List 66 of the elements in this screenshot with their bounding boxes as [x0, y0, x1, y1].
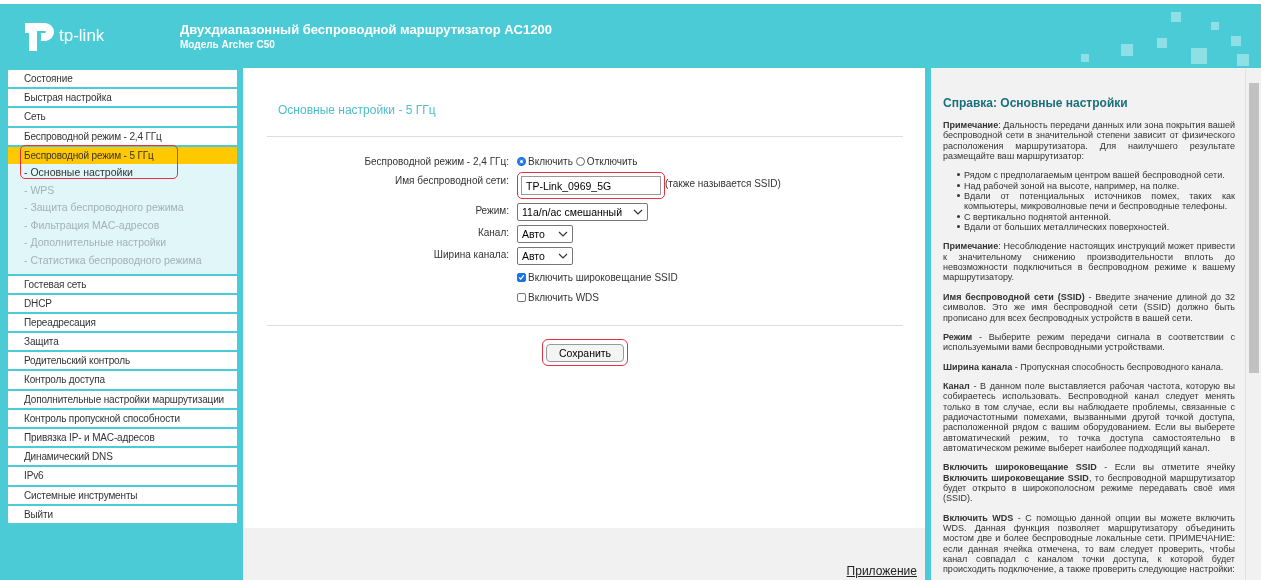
menu-item[interactable]: Состояние [8, 70, 237, 88]
field-note: (также называется SSID) [665, 177, 781, 189]
menu-item[interactable]: Беспроводной режим - 5 ГГц [8, 146, 237, 164]
checkbox[interactable] [517, 292, 526, 302]
menu-item[interactable]: DHCP [8, 294, 237, 312]
dropdown[interactable]: Авто [517, 247, 573, 265]
chevron-down-icon [558, 231, 568, 237]
menu-item[interactable]: Дополнительные настройки маршрутизации [8, 390, 237, 408]
field-label: Канал: [477, 227, 509, 238]
checkbox[interactable] [517, 272, 526, 282]
help-paragraph: Включить широковещание SSID - Если вы отметите ячейку Включить широковещание SSID, то беспроводной маршрутизатор будет открыто в широкополосном режиме передавать своё имя (SSID). [943, 462, 1235, 504]
help-list-item: Вдали от потенциальных источников помех, таких как компьютеры, микроволновые печи и беспроводные телефоны. [964, 191, 1235, 212]
menu-item[interactable]: Контроль доступа [8, 371, 237, 389]
help-paragraph: Канал - В данном поле выставляется рабочая частота, которую вы собираетесь использовать. Беспроводной канал следует менять только в том случае, если вы наблюдаете проблемы, связанные с радиочастотными помехами, вызванными другой точкой доступа, расположенной рядом с вашим оборудованием. Если вы выберете автоматический режим, то точка доступа самостоятельно в автоматическом режиме выберет наиболее подходящий канал. [943, 380, 1235, 454]
menu-item[interactable]: Выйти [8, 505, 237, 523]
dropdown[interactable]: Авто [517, 225, 573, 243]
menu-item[interactable]: Сеть [8, 108, 237, 126]
bullet-icon [957, 225, 960, 229]
menu-item[interactable]: Гостевая сеть [8, 275, 237, 293]
help-paragraph: Имя беспроводной сети (SSID) - Введите значение длиной до 32 символов. Это же имя беспроводной сети (SSID) должно быть прописано для всех беспроводных устройств в вашей сети. [943, 291, 1235, 323]
checkbox-label: Включить WDS [528, 291, 599, 303]
menu-item[interactable]: Родительский контроль [8, 352, 237, 370]
menu-item[interactable]: Системные инструменты [8, 486, 237, 504]
field-label: Режим: [475, 205, 509, 216]
menu-item[interactable]: Привязка IP- и MAC-адресов [8, 429, 237, 447]
menu-item[interactable]: IPv6 [8, 467, 237, 485]
field-label: Беспроводной режим - 2,4 ГГц: [364, 156, 509, 167]
menu-item[interactable]: Быстрая настройка [8, 89, 237, 107]
logo-text: tp-link [59, 26, 105, 46]
chevron-down-icon [558, 253, 568, 259]
menu-item[interactable]: Беспроводной режим - 2,4 ГГц [8, 127, 237, 145]
field-label: Имя беспроводной сети: [395, 175, 509, 186]
bullet-icon [957, 194, 960, 198]
help-list-item: С вертикально поднятой антенной. [964, 211, 1111, 223]
help-paragraph: Ширина канала - Пропускная способность беспроводного канала. [943, 361, 1225, 372]
help-title: Справка: Основные настройки [943, 96, 1129, 110]
help-paragraph: Примечание: Дальность передачи данных или зона покрытия вашей беспроводной сети в значительной степени зависит от физического расположения маршрутизатора. Для наилучшего результате размещайте ваш маршрутизатор: [943, 120, 1235, 162]
help-list-item: Над рабочей зоной на высоте, например, на полке. [964, 180, 1180, 192]
radio-button[interactable] [517, 157, 526, 166]
bullet-icon [957, 183, 960, 187]
checkbox-label: Включить широковещание SSID [528, 271, 678, 283]
help-paragraph: Примечание: Несоблюдение настоящих инструкций может привести к значительному снижению производительности вплоть до невозможности подключиться в беспроводном режиме к вашему маршрутизатору. [943, 241, 1235, 283]
save-button[interactable]: Сохранить [546, 344, 624, 362]
dropdown[interactable]: 11a/n/ac смешанный [517, 203, 648, 221]
chevron-down-icon [633, 209, 643, 215]
ssid-field[interactable]: TP-Link_0969_5G [521, 176, 661, 195]
scrollbar-thumb[interactable] [1249, 83, 1259, 373]
help-list-item: Вдали от больших металлических поверхностей. [964, 222, 1170, 233]
section-title: Основные настройки - 5 ГГц [277, 103, 437, 117]
scrollbar[interactable] [1245, 68, 1261, 580]
bullet-icon [957, 173, 960, 177]
submenu-item[interactable]: - Основные настройки [8, 163, 237, 182]
help-paragraph: Режим - Выберите режим передачи сигнала в соответствии с используемыми вами беспроводными устройствами. [943, 331, 1235, 353]
radio-label: Включить [528, 156, 573, 167]
menu-item[interactable]: Динамический DNS [8, 448, 237, 466]
menu-item[interactable]: Контроль пропускной способности [8, 409, 237, 427]
help-list-item: Рядом с предполагаемым центром вашей беспроводной сети. [964, 170, 1225, 181]
product-title: Двухдиапазонный беспроводной маршрутизатор AC1200 [180, 22, 552, 37]
footer-link[interactable]: Приложение [846, 564, 917, 580]
model-name: Модель Archer C50 [180, 39, 276, 50]
bullet-icon [957, 214, 960, 218]
radio-label: Отключить [586, 156, 638, 167]
menu-item[interactable]: Защита [8, 333, 237, 351]
field-label: Ширина канала: [433, 249, 509, 260]
menu-item[interactable]: Переадресация [8, 313, 237, 332]
help-paragraph: Включить WDS - С помощью данной опции вы можете включить WDS. Данная функция позволяет маршрутизатору объединить мостом две и более беспроводные локальные сети. ПРИМЕЧАНИЕ: если данная ячейка отмечена, то вам следует проверить, чтобы канал совпадал с каналом точки доступа, к которой будет происходить подключение, а также проверить следующие настройки: [943, 512, 1235, 575]
